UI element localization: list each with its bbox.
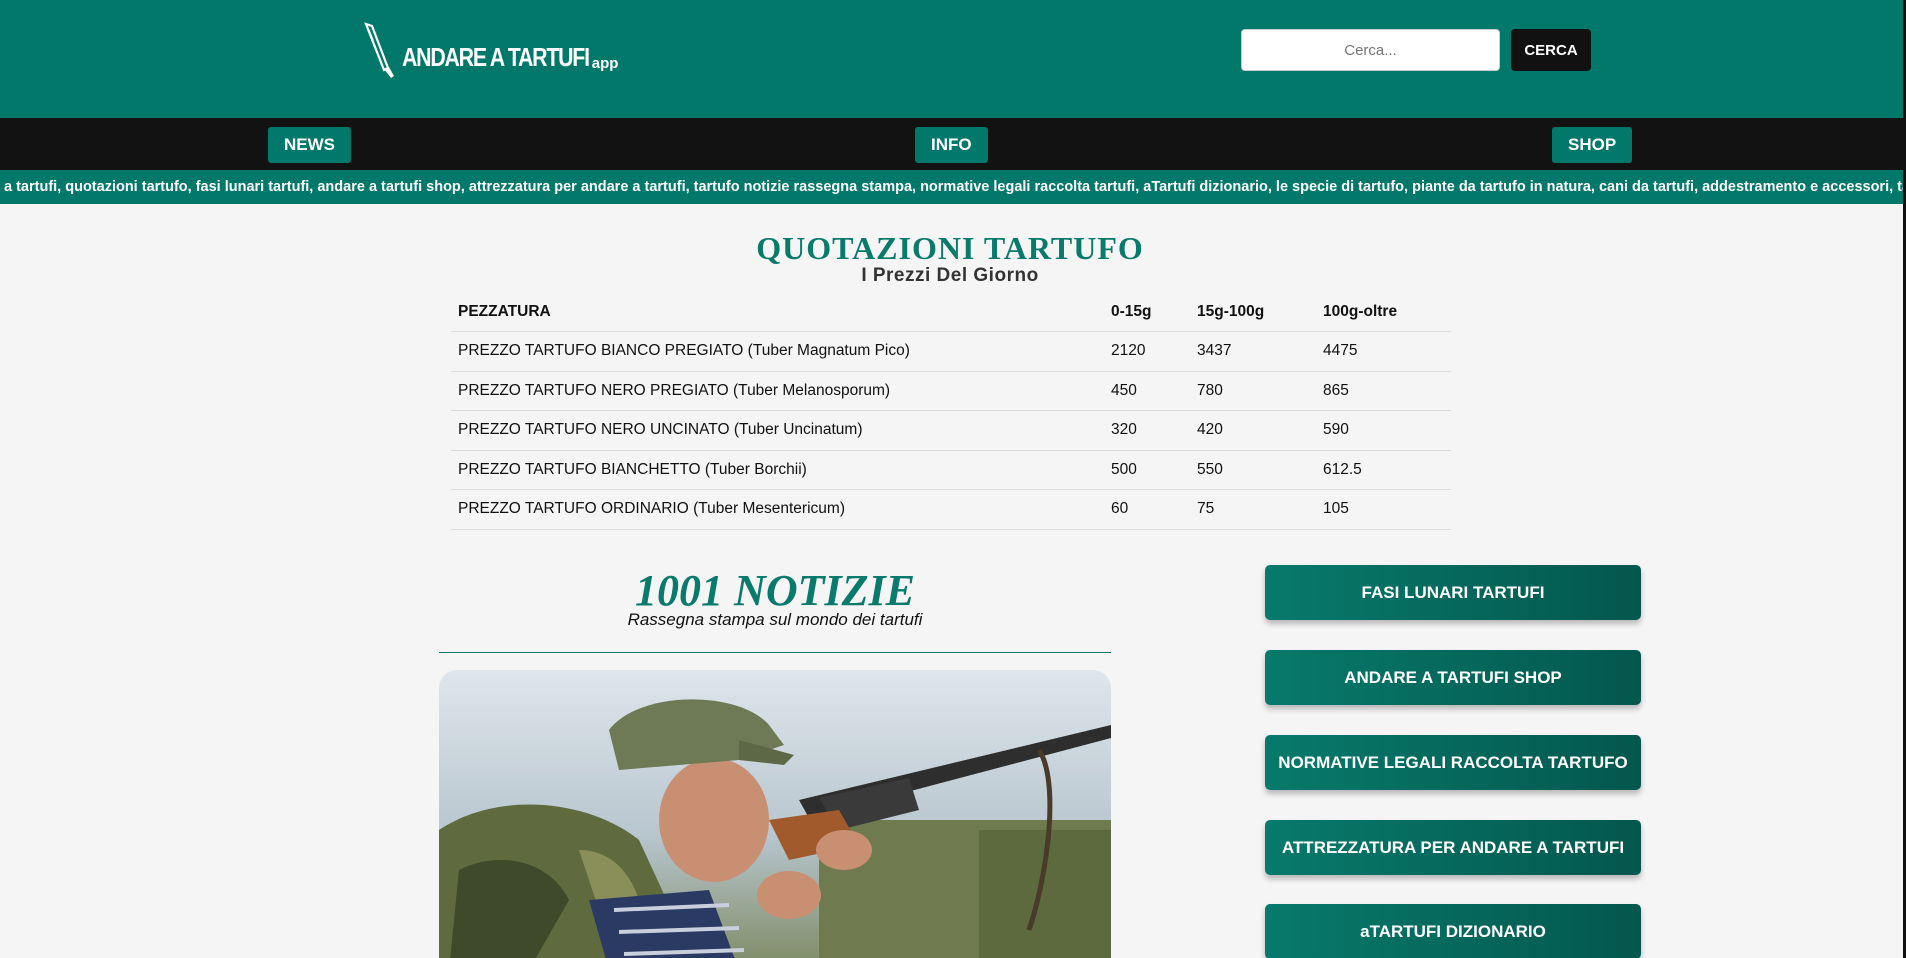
news-divider [439, 652, 1111, 653]
table-cell: 780 [1190, 371, 1316, 411]
news-subtitle: Rassegna stampa sul mondo dei tartufi [627, 610, 923, 629]
table-cell: 4475 [1316, 331, 1451, 372]
quotazioni-title: QUOTAZIONI TARTUFO [756, 230, 1144, 266]
nav-item-info[interactable]: INFO [915, 127, 988, 163]
search-button[interactable]: CERCA [1511, 29, 1591, 71]
ticker-text: a tartufi, quotazioni tartufo, fasi luna… [4, 179, 1906, 195]
sidebar-button-attrezzatura[interactable]: ATTREZZATURA PER ANDARE A TARTUFI [1265, 820, 1641, 875]
table-cell: 2120 [1104, 331, 1190, 372]
search-input[interactable] [1241, 29, 1500, 71]
hunter-photo-illustration [439, 670, 1111, 958]
table-cell: 865 [1316, 371, 1451, 411]
keyword-ticker: a tartufi, quotazioni tartufo, fasi luna… [0, 170, 1906, 204]
main-nav: NEWS INFO SHOP [0, 118, 1906, 170]
table-cell: 420 [1190, 410, 1316, 451]
table-cell: 590 [1316, 410, 1451, 451]
quotazioni-subtitle: I Prezzi Del Giorno [861, 265, 1039, 286]
truffle-knife-icon [364, 22, 394, 78]
table-row: PREZZO TARTUFO BIANCO PREGIATO (Tuber Ma… [451, 331, 1451, 372]
column-header: 100g-oltre [1316, 292, 1451, 332]
sidebar-button-normative[interactable]: NORMATIVE LEGALI RACCOLTA TARTUFO [1265, 735, 1641, 790]
table-cell: PREZZO TARTUFO ORDINARIO (Tuber Mesenter… [451, 489, 1104, 530]
table-row: PREZZO TARTUFO NERO PREGIATO (Tuber Mela… [451, 371, 1451, 411]
table-cell: PREZZO TARTUFO BIANCO PREGIATO (Tuber Ma… [451, 331, 1104, 372]
price-table: PEZZATURA 0-15g 15g-100g 100g-oltre PREZ… [451, 292, 1451, 530]
table-cell: 105 [1316, 489, 1451, 530]
table-header-row: PEZZATURA 0-15g 15g-100g 100g-oltre [451, 292, 1451, 332]
logo-text: ANDARE A TARTUFI [402, 42, 590, 72]
news-photo[interactable] [439, 670, 1111, 958]
table-cell: PREZZO TARTUFO BIANCHETTO (Tuber Borchii… [451, 450, 1104, 490]
table-cell: 60 [1104, 489, 1190, 530]
table-cell: PREZZO TARTUFO NERO UNCINATO (Tuber Unci… [451, 410, 1104, 451]
table-cell: 3437 [1190, 331, 1316, 372]
news-title: 1001 NOTIZIE [635, 566, 915, 615]
site-logo[interactable]: ANDARE A TARTUFI app [362, 22, 618, 78]
table-cell: 450 [1104, 371, 1190, 411]
table-cell: 550 [1190, 450, 1316, 490]
table-cell: 75 [1190, 489, 1316, 530]
table-row: PREZZO TARTUFO NERO UNCINATO (Tuber Unci… [451, 410, 1451, 451]
column-header: 0-15g [1104, 292, 1190, 332]
sidebar-button-shop[interactable]: ANDARE A TARTUFI SHOP [1265, 650, 1641, 705]
sidebar-button-dizionario[interactable]: aTARTUFI DIZIONARIO [1265, 904, 1641, 958]
logo-app-suffix: app [591, 55, 619, 72]
column-header: 15g-100g [1190, 292, 1316, 332]
table-cell: 612.5 [1316, 450, 1451, 490]
sidebar-button-fasi-lunari[interactable]: FASI LUNARI TARTUFI [1265, 565, 1641, 620]
table-cell: 500 [1104, 450, 1190, 490]
nav-item-shop[interactable]: SHOP [1552, 127, 1633, 163]
table-cell: PREZZO TARTUFO NERO PREGIATO (Tuber Mela… [451, 371, 1104, 411]
column-header: PEZZATURA [451, 292, 1104, 332]
table-row: PREZZO TARTUFO BIANCHETTO (Tuber Borchii… [451, 450, 1451, 490]
table-cell: 320 [1104, 410, 1190, 451]
nav-item-news[interactable]: NEWS [268, 127, 351, 163]
site-header: ANDARE A TARTUFI app CERCA [0, 0, 1906, 118]
table-row: PREZZO TARTUFO ORDINARIO (Tuber Mesenter… [451, 489, 1451, 530]
